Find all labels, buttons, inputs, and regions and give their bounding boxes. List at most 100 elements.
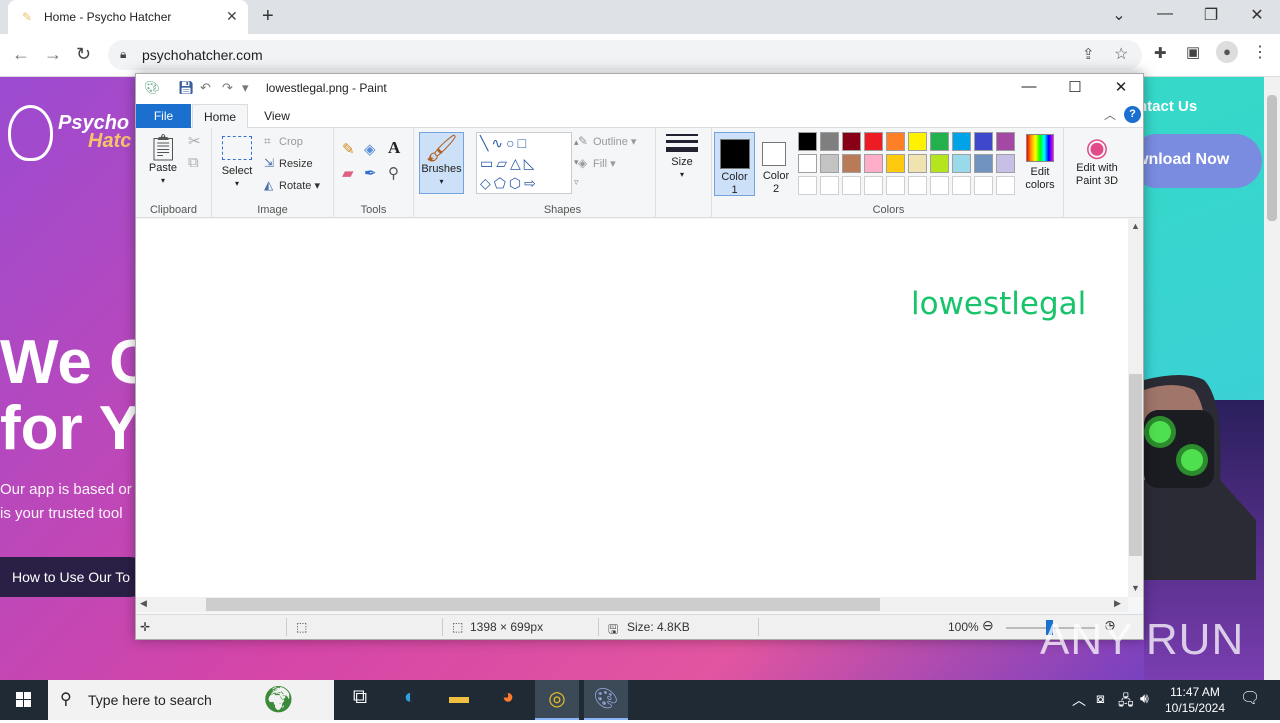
search-highlight-globe-icon: 🌍︎ <box>262 684 296 714</box>
chrome-menu-icon[interactable]: ⋮ <box>1252 42 1268 62</box>
browser-tab[interactable]: ✎ Home - Psycho Hatcher ✕ <box>8 0 248 34</box>
download-now-button[interactable]: wnload Now <box>1130 134 1262 188</box>
resize-button[interactable]: ⇲ Resize <box>264 156 313 170</box>
start-button[interactable] <box>0 680 48 720</box>
system-clock[interactable]: 11:47 AM 10/15/2024 <box>1160 684 1230 716</box>
minimize-ribbon-icon[interactable]: ︿ <box>1104 106 1116 123</box>
select-icon <box>222 136 252 160</box>
how-to-use-button[interactable]: How to Use Our To <box>0 557 150 597</box>
color-picker-icon[interactable]: ✒ <box>364 164 377 182</box>
browser-tab-bar: ✎ Home - Psycho Hatcher ✕ + ⌄ — ❐ ✕ <box>0 0 1280 34</box>
shapes-group: ╲∿○□ ▭▱△◺ ◇⬠⬡⇨ ▴ ▾ ▿ ✎ Outline ▾ ◈ Fill ▾ Shap… <box>470 128 656 218</box>
shapes-gallery[interactable]: ╲∿○□ ▭▱△◺ ◇⬠⬡⇨ <box>476 132 572 194</box>
tray-app-icon[interactable]: ⧇ <box>1096 690 1105 707</box>
customize-quick-access-icon[interactable]: ▾ <box>242 80 249 96</box>
forward-icon[interactable]: → <box>44 44 62 65</box>
contact-us-link[interactable]: ntact Us <box>1138 98 1197 115</box>
drawing-canvas[interactable] <box>136 219 1128 597</box>
canvas-horizontal-scrollbar[interactable]: ◀ ▶ <box>136 597 1128 612</box>
resize-icon: ⇲ <box>264 156 275 170</box>
close-window-button[interactable]: ✕ <box>1242 5 1272 25</box>
new-tab-button[interactable]: + <box>262 5 274 28</box>
eraser-icon[interactable]: ▰ <box>342 164 354 182</box>
address-bar[interactable]: 🔒︎ psychohatcher.com ⇪ ☆ <box>108 40 1142 70</box>
restore-window-button[interactable]: ❐ <box>1196 5 1226 25</box>
extensions-icon[interactable]: ✚ <box>1154 44 1167 62</box>
bookmark-star-icon[interactable]: ☆ <box>1114 44 1128 64</box>
paste-button[interactable]: 📋︎ Paste ▾ <box>144 132 182 186</box>
paste-icon: 📋︎ <box>146 132 180 162</box>
canvas-vertical-scrollbar[interactable]: ▲ ▼ <box>1128 219 1143 597</box>
magnifier-icon[interactable]: ⚲ <box>388 164 399 182</box>
shapes-group-label: Shapes <box>543 204 582 216</box>
zoom-out-icon[interactable]: ⊖ <box>982 617 994 634</box>
outline-button[interactable]: ✎ Outline ▾ <box>578 134 636 148</box>
save-icon[interactable]: 💾︎ <box>178 80 195 96</box>
colors-group-label: Colors <box>872 204 905 216</box>
undo-icon[interactable]: ↶ <box>200 80 211 96</box>
reload-icon[interactable]: ↻ <box>76 44 91 65</box>
size-button[interactable]: Size ▾ <box>664 134 700 180</box>
file-explorer-icon[interactable]: ▬ <box>437 686 481 720</box>
tab-view[interactable]: View <box>252 104 302 128</box>
notifications-icon[interactable]: 🗨︎ <box>1240 688 1260 708</box>
crop-button[interactable]: ⌗ Crop <box>264 134 303 149</box>
copy-icon[interactable]: ⧉ <box>188 154 199 171</box>
paint-title-bar: 🎨︎ 💾︎ ↶ ↷ ▾ lowestlegal.png - Paint — ☐ … <box>136 74 1143 102</box>
browser-toolbar: ← → ↻ 🔒︎ psychohatcher.com ⇪ ☆ ✚ ▣ ● ⋮ <box>0 34 1280 77</box>
image-dimensions: 1398 × 699px <box>470 620 544 634</box>
select-button[interactable]: Select ▾ <box>218 134 256 189</box>
canvas-vertical-scroll-thumb[interactable] <box>1129 374 1142 556</box>
tab-title: Home - Psycho Hatcher <box>44 10 172 24</box>
taskbar-search-box[interactable]: ⚲ Type here to search 🌍︎ <box>48 680 334 720</box>
volume-icon[interactable]: 🔊︎ <box>1140 690 1149 707</box>
scroll-down-icon[interactable]: ▼ <box>1131 583 1140 593</box>
redo-icon[interactable]: ↷ <box>222 80 233 96</box>
paint-app-icon[interactable]: 🎨︎ <box>144 80 161 96</box>
clipboard-group: 📋︎ Paste ▾ ✂ ⧉ Clipboard <box>136 128 212 218</box>
rotate-button[interactable]: ◭ Rotate ▾ <box>264 178 320 192</box>
firefox-icon[interactable]: ◕ <box>486 686 530 720</box>
url-text[interactable]: psychohatcher.com <box>142 47 263 63</box>
site-logo-egg-icon[interactable] <box>8 105 53 161</box>
edit-with-paint3d-button[interactable]: ◉ Edit with Paint 3D <box>1070 132 1124 188</box>
help-icon[interactable]: ? <box>1124 106 1141 123</box>
page-scrollbar-thumb[interactable] <box>1267 95 1277 221</box>
canvas-text: lowestlegal <box>911 286 1087 322</box>
tab-search-icon[interactable]: ⌄ <box>1104 5 1134 25</box>
tab-home[interactable]: Home <box>192 104 248 128</box>
paint-maximize-button[interactable]: ☐ <box>1052 78 1098 96</box>
scroll-right-icon[interactable]: ▶ <box>1114 598 1121 609</box>
scroll-left-icon[interactable]: ◀ <box>140 598 147 609</box>
paint-taskbar-icon[interactable]: 🎨︎ <box>584 680 628 720</box>
cut-icon[interactable]: ✂ <box>188 132 201 150</box>
fill-button[interactable]: ◈ Fill ▾ <box>578 156 616 170</box>
paint-minimize-button[interactable]: — <box>1006 78 1052 95</box>
canvas-horizontal-scroll-thumb[interactable] <box>206 598 880 611</box>
page-scrollbar[interactable] <box>1264 77 1280 680</box>
tab-file[interactable]: File <box>136 104 191 128</box>
lock-icon[interactable]: 🔒︎ <box>120 47 126 62</box>
share-icon[interactable]: ⇪ <box>1082 45 1095 63</box>
hero-heading: We C for Y <box>0 328 154 463</box>
fill-bucket-icon[interactable]: ◈ <box>364 140 376 158</box>
back-icon[interactable]: ← <box>12 44 30 65</box>
brushes-button[interactable]: 🖌︎ Brushes ▾ <box>419 132 464 194</box>
profile-avatar[interactable]: ● <box>1216 41 1238 63</box>
edge-icon[interactable]: ◐ <box>388 686 432 720</box>
site-logo-text[interactable]: Psycho Hatc <box>58 113 131 151</box>
show-hidden-icons[interactable]: ︿ <box>1072 690 1086 710</box>
scroll-up-icon[interactable]: ▲ <box>1131 221 1140 231</box>
close-tab-icon[interactable]: ✕ <box>226 8 238 25</box>
minimize-window-button[interactable]: — <box>1150 5 1180 23</box>
network-icon[interactable]: 🖧︎ <box>1118 690 1134 714</box>
paint-window: 🎨︎ 💾︎ ↶ ↷ ▾ lowestlegal.png - Paint — ☐ … <box>135 73 1144 640</box>
brushes-icon: 🖌︎ <box>424 133 458 163</box>
text-tool-icon[interactable]: A <box>388 138 400 158</box>
side-panel-icon[interactable]: ▣ <box>1186 43 1200 61</box>
chrome-taskbar-icon[interactable]: ◎ <box>535 680 579 720</box>
task-view-icon[interactable]: ⧉ <box>338 686 382 720</box>
paint-close-button[interactable]: ✕ <box>1098 78 1144 96</box>
image-group: Select ▾ ⌗ Crop ⇲ Resize ◭ Rotate ▾ Image <box>212 128 334 218</box>
pencil-icon[interactable]: ✎ <box>342 140 355 158</box>
